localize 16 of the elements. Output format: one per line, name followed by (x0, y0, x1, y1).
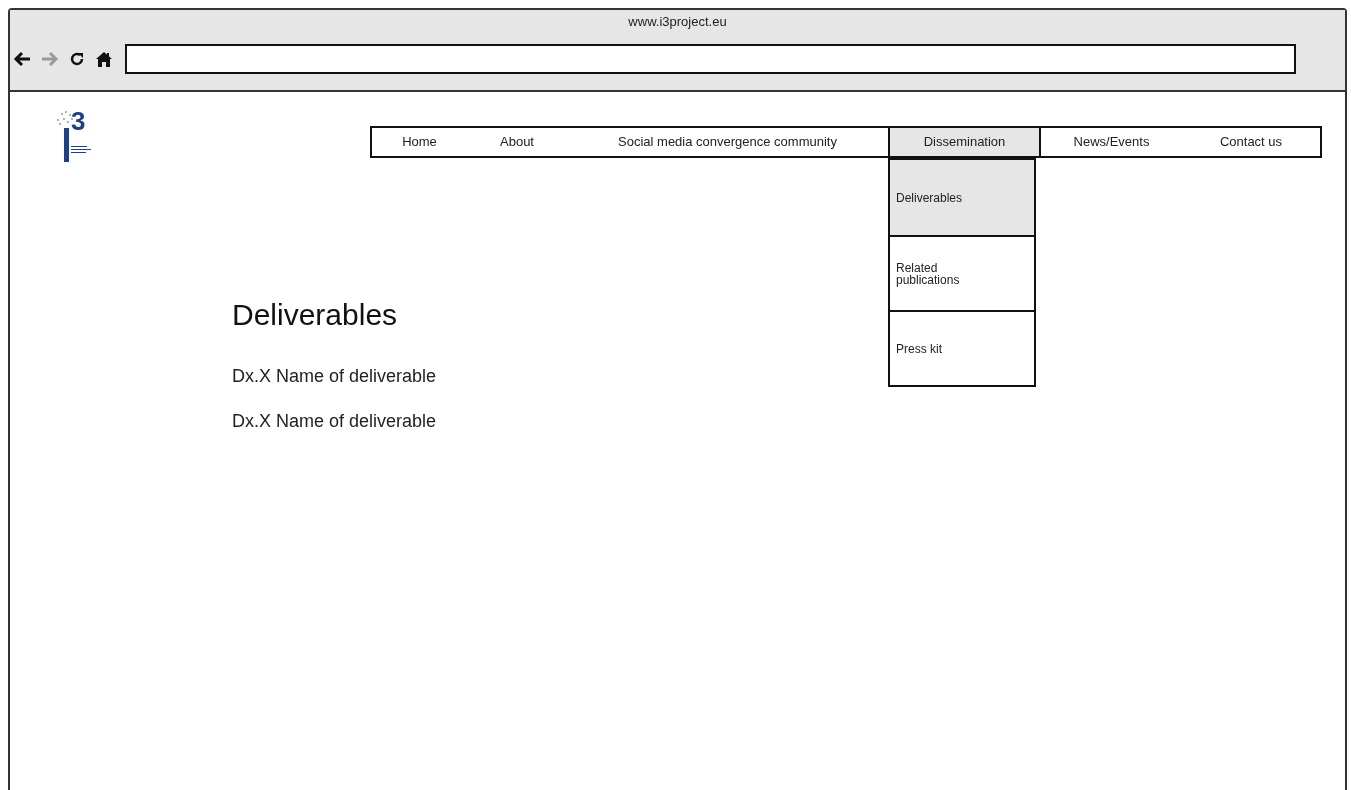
page-heading: Deliverables (232, 297, 399, 333)
nav-item[interactable]: News/Events (1041, 128, 1182, 156)
nav-item[interactable]: Home (372, 128, 467, 156)
reload-icon[interactable] (69, 51, 85, 67)
deliverable-link[interactable]: Dx.X Name of deliverable (232, 408, 437, 435)
deliverable-link[interactable]: Dx.X Name of deliverable (232, 363, 437, 390)
nav-item[interactable]: About (467, 128, 567, 156)
home-icon[interactable] (95, 50, 113, 68)
logo-drawing: 3 (54, 110, 104, 174)
nav-item[interactable]: Contact us (1182, 128, 1320, 156)
address-bar[interactable] (125, 44, 1296, 74)
dropdown-item[interactable]: Deliverables (890, 160, 1034, 235)
window-title: www.i3project.eu (628, 13, 727, 31)
back-icon[interactable] (13, 51, 31, 67)
nav-item[interactable]: Dissemination (888, 128, 1041, 156)
nav-item[interactable]: Social media convergence community (567, 128, 888, 156)
